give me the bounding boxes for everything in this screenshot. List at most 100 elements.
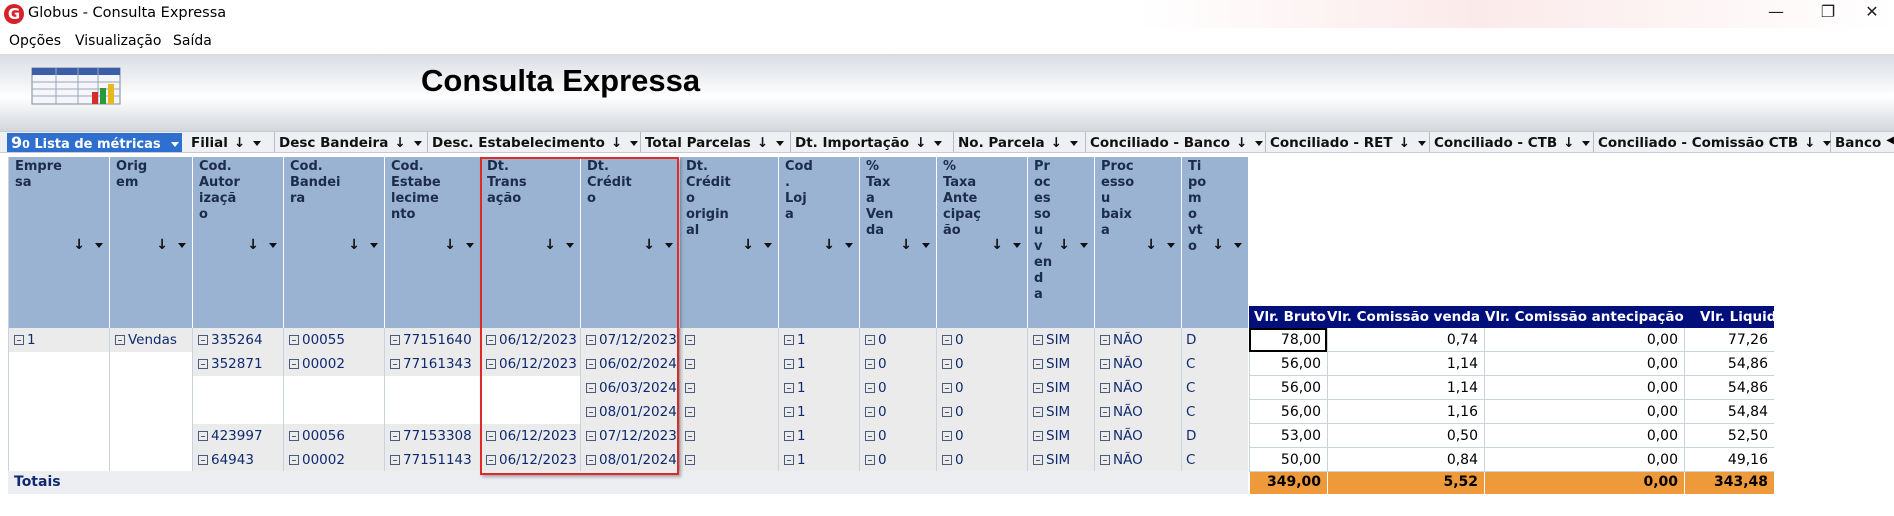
- value-com-venda[interactable]: 0,74: [1327, 328, 1484, 352]
- header-vlr-liquido[interactable]: Vlr. Liquido: [1700, 306, 1786, 328]
- value-com-ant[interactable]: 0,00: [1484, 400, 1684, 424]
- collapse-icon[interactable]: [289, 455, 299, 465]
- cell-tx-venda[interactable]: 0: [859, 448, 936, 472]
- cell-dt-orig[interactable]: [679, 376, 778, 400]
- collapse-icon[interactable]: [865, 335, 875, 345]
- cell-origem[interactable]: [109, 376, 192, 400]
- cell-estab[interactable]: 77151143: [384, 448, 480, 472]
- collapse-icon[interactable]: [942, 455, 952, 465]
- header-cod-estabelecimento[interactable]: Cod. Estabe lecime nto ↓: [384, 157, 480, 328]
- filter-tab-total-parcelas[interactable]: Total Parcelas ↓: [641, 132, 791, 152]
- collapse-icon[interactable]: [390, 359, 400, 369]
- cell-origem[interactable]: [109, 352, 192, 376]
- value-liquido[interactable]: 54,86: [1684, 376, 1774, 400]
- cell-tx-venda[interactable]: 0: [859, 352, 936, 376]
- cell-tx-ant[interactable]: 0: [936, 352, 1027, 376]
- cell-dt-orig[interactable]: [679, 352, 778, 376]
- cell-tx-ant[interactable]: 0: [936, 376, 1027, 400]
- cell-tipo[interactable]: C: [1181, 352, 1248, 376]
- filter-tab-desc-bandeira[interactable]: Desc Bandeira ↓: [275, 132, 428, 152]
- cell-empresa[interactable]: [8, 448, 109, 472]
- collapse-icon[interactable]: [784, 335, 794, 345]
- collapse-icon[interactable]: [685, 431, 695, 441]
- value-liquido[interactable]: 54,84: [1684, 400, 1774, 424]
- cell-tx-ant[interactable]: 0: [936, 328, 1027, 352]
- cell-tx-venda[interactable]: 0: [859, 376, 936, 400]
- value-com-ant[interactable]: 0,00: [1484, 328, 1684, 352]
- filter-tab-no-parcela[interactable]: No. Parcela ↓: [954, 132, 1086, 152]
- filter-tab-conciliado-banco[interactable]: Conciliado - Banco ↓: [1086, 132, 1266, 152]
- value-bruto[interactable]: 53,00: [1249, 424, 1327, 448]
- cell-proc-venda[interactable]: SIM: [1027, 448, 1094, 472]
- collapse-icon[interactable]: [1100, 431, 1110, 441]
- cell-loja[interactable]: 1: [778, 424, 859, 448]
- collapse-icon[interactable]: [390, 455, 400, 465]
- collapse-icon[interactable]: [1033, 407, 1043, 417]
- cell-empresa[interactable]: [8, 424, 109, 448]
- value-liquido[interactable]: 54,86: [1684, 352, 1774, 376]
- cell-proc-venda[interactable]: SIM: [1027, 424, 1094, 448]
- value-bruto[interactable]: 56,00: [1249, 400, 1327, 424]
- value-liquido[interactable]: 77,26: [1684, 328, 1774, 352]
- cell-autor[interactable]: 423997: [192, 424, 283, 448]
- header-empresa[interactable]: Empre sa ↓: [8, 157, 109, 328]
- collapse-icon[interactable]: [784, 431, 794, 441]
- collapse-icon[interactable]: [198, 455, 208, 465]
- collapse-icon[interactable]: [1100, 383, 1110, 393]
- header-cod-autorizacao[interactable]: Cod. Autor izaçã o ↓: [192, 157, 283, 328]
- cell-loja[interactable]: 1: [778, 448, 859, 472]
- cell-proc-venda[interactable]: SIM: [1027, 352, 1094, 376]
- collapse-icon[interactable]: [390, 431, 400, 441]
- header-origem[interactable]: Orig em ↓: [109, 157, 192, 328]
- cell-origem[interactable]: Vendas: [109, 328, 192, 352]
- collapse-icon[interactable]: [942, 407, 952, 417]
- value-com-venda[interactable]: 1,14: [1327, 352, 1484, 376]
- cell-empresa[interactable]: [8, 400, 109, 424]
- cell-dt-orig[interactable]: [679, 448, 778, 472]
- value-bruto[interactable]: 56,00: [1249, 352, 1327, 376]
- cell-proc-baixa[interactable]: NÃO: [1094, 424, 1181, 448]
- cell-tipo[interactable]: C: [1181, 448, 1248, 472]
- cell-origem[interactable]: [109, 448, 192, 472]
- cell-bandeira[interactable]: 00056: [283, 424, 384, 448]
- header-tipo-movto[interactable]: Ti po m o vt o ↓: [1181, 157, 1248, 328]
- header-taxa-antecipacao[interactable]: % Taxa Ante cipaç ão ↓: [936, 157, 1027, 328]
- cell-bandeira[interactable]: [283, 400, 384, 424]
- cell-bandeira[interactable]: 00002: [283, 448, 384, 472]
- collapse-icon[interactable]: [115, 335, 125, 345]
- collapse-icon[interactable]: [685, 383, 695, 393]
- close-button[interactable]: ✕: [1852, 2, 1892, 26]
- collapse-icon[interactable]: [198, 431, 208, 441]
- header-processo-venda[interactable]: Pr oc es so u v en d a ↓: [1027, 157, 1094, 328]
- cell-tipo[interactable]: C: [1181, 400, 1248, 424]
- collapse-icon[interactable]: [1033, 455, 1043, 465]
- header-cod-loja[interactable]: Cod . Loj a ↓: [778, 157, 859, 328]
- collapse-icon[interactable]: [1100, 407, 1110, 417]
- header-vlr-comissao-antecipacao[interactable]: Vlr. Comissão antecipação: [1485, 306, 1684, 328]
- collapse-icon[interactable]: [685, 407, 695, 417]
- filter-tab-conciliado-ret[interactable]: Conciliado - RET ↓: [1266, 132, 1430, 152]
- cell-estab[interactable]: [384, 400, 480, 424]
- cell-empresa[interactable]: [8, 352, 109, 376]
- cell-autor[interactable]: [192, 376, 283, 400]
- collapse-icon[interactable]: [1100, 455, 1110, 465]
- restore-button[interactable]: ❐: [1808, 2, 1848, 26]
- cell-autor[interactable]: [192, 400, 283, 424]
- collapse-icon[interactable]: [1033, 335, 1043, 345]
- value-com-venda[interactable]: 1,16: [1327, 400, 1484, 424]
- minimize-button[interactable]: —: [1756, 2, 1796, 26]
- cell-proc-baixa[interactable]: NÃO: [1094, 448, 1181, 472]
- collapse-icon[interactable]: [198, 359, 208, 369]
- filter-tab-filial[interactable]: Filial ↓: [187, 132, 275, 152]
- collapse-icon[interactable]: [784, 407, 794, 417]
- cell-proc-baixa[interactable]: NÃO: [1094, 376, 1181, 400]
- cell-origem[interactable]: [109, 424, 192, 448]
- scroll-left-icon[interactable]: ◀: [1886, 135, 1894, 146]
- cell-tipo[interactable]: C: [1181, 376, 1248, 400]
- collapse-icon[interactable]: [865, 455, 875, 465]
- collapse-icon[interactable]: [865, 359, 875, 369]
- value-com-ant[interactable]: 0,00: [1484, 424, 1684, 448]
- filter-tab-banco[interactable]: Banco: [1831, 132, 1894, 152]
- cell-dt-orig[interactable]: [679, 424, 778, 448]
- cell-empresa[interactable]: [8, 376, 109, 400]
